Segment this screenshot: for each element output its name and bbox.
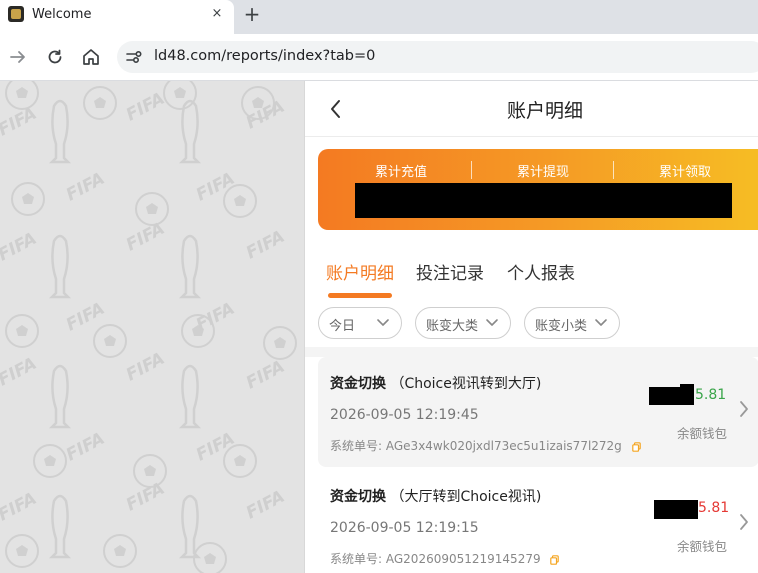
svg-text:FIFA: FIFA	[193, 169, 238, 206]
record-detail: （Choice视讯转到大厅)	[390, 376, 542, 392]
summary-label-withdraw: 累计提现	[516, 165, 569, 180]
redacted-amount	[654, 500, 698, 519]
site-info-icon[interactable]	[124, 47, 144, 67]
tab-personal-report[interactable]: 个人报表	[507, 259, 575, 284]
redacted-amount	[680, 384, 694, 405]
list-separator	[305, 347, 758, 357]
summary-banner: 累计充值 累计提现 累计领取	[318, 149, 758, 230]
order-label: 系统单号:	[330, 552, 383, 566]
redacted-summary-values	[355, 183, 732, 218]
chevron-down-icon	[595, 319, 607, 326]
record-order: 系统单号: AG202609051219145279	[330, 550, 560, 567]
tab-account-details[interactable]: 账户明细	[326, 259, 394, 284]
record-wallet: 余额钱包	[677, 426, 728, 441]
reload-icon[interactable]	[44, 46, 66, 68]
svg-text:FIFA: FIFA	[123, 479, 168, 516]
date-filter[interactable]: 今日	[318, 307, 402, 339]
svg-text:FIFA: FIFA	[0, 104, 40, 141]
tab-strip: Welcome × +	[0, 0, 758, 34]
site-favicon-icon	[8, 6, 24, 22]
date-filter-label: 今日	[329, 319, 356, 334]
record-card[interactable]: 资金切换 （大厅转到Choice视讯) 2026-09-05 12:19:15 …	[318, 470, 758, 573]
close-tab-icon[interactable]: ×	[208, 5, 226, 23]
category-filter[interactable]: 账变大类	[415, 307, 511, 339]
record-card[interactable]: 资金切换 （Choice视讯转到大厅) 2026-09-05 12:19:45 …	[318, 357, 758, 467]
copy-icon[interactable]	[550, 554, 560, 565]
copy-icon[interactable]	[631, 441, 641, 452]
svg-text:FIFA: FIFA	[0, 354, 40, 391]
svg-text:FIFA: FIFA	[193, 299, 238, 336]
summary-label-claimed: 累计领取	[658, 165, 711, 180]
subcategory-filter[interactable]: 账变小类	[524, 307, 620, 339]
record-title: 资金切换 （大厅转到Choice视讯)	[330, 486, 541, 506]
order-number: AGe3x4wk020jxdl73ec5u1izais77l272g	[385, 439, 622, 453]
tab-title: Welcome	[32, 7, 92, 22]
browser-toolbar: ld48.com/reports/index?tab=0	[0, 34, 758, 81]
svg-text:FIFA: FIFA	[243, 487, 288, 524]
order-label: 系统单号:	[330, 439, 383, 453]
record-order: 系统单号: AGe3x4wk020jxdl73ec5u1izais77l272g	[330, 437, 641, 454]
record-tabs: 账户明细 投注记录 个人报表	[305, 241, 758, 299]
record-type: 资金切换	[330, 489, 386, 505]
chevron-down-icon	[486, 319, 498, 326]
subcategory-filter-label: 账变小类	[535, 319, 588, 334]
summary-divider	[613, 161, 614, 179]
svg-text:FIFA: FIFA	[243, 357, 288, 394]
record-title: 资金切换 （Choice视讯转到大厅)	[330, 373, 541, 393]
record-type: 资金切换	[330, 376, 386, 392]
filter-row: 今日 账变大类 账变小类	[305, 299, 758, 347]
new-tab-button[interactable]: +	[242, 4, 262, 24]
app-header: 账户明细	[305, 81, 758, 137]
record-time: 2026-09-05 12:19:15	[330, 520, 479, 536]
forward-icon[interactable]	[7, 46, 29, 68]
chevron-right-icon	[740, 401, 748, 417]
chevron-right-icon	[740, 514, 748, 530]
svg-text:FIFA: FIFA	[193, 429, 238, 466]
url-text[interactable]: ld48.com/reports/index?tab=0	[154, 48, 375, 64]
record-amount: 5.81	[698, 500, 730, 516]
redacted-amount	[649, 387, 682, 405]
tab-bet-records[interactable]: 投注记录	[416, 259, 484, 284]
svg-text:FIFA: FIFA	[123, 89, 168, 126]
decorative-background: FIFA FIFA FIFA FIFA FIFA FIFA FIFA FIFA FIFA FIFA…	[0, 81, 304, 573]
page-title: 账户明细	[506, 100, 583, 122]
record-detail: （大厅转到Choice视讯)	[390, 489, 542, 505]
svg-text:FIFA: FIFA	[63, 299, 108, 336]
order-number: AG202609051219145279	[385, 552, 541, 566]
browser-tab[interactable]: Welcome ×	[0, 0, 234, 34]
home-icon[interactable]	[80, 46, 102, 68]
summary-label-deposit: 累计充值	[374, 165, 427, 180]
record-time: 2026-09-05 12:19:45	[330, 407, 479, 423]
record-wallet: 余额钱包	[677, 539, 728, 554]
app-panel: 账户明细 累计充值 累计提现 累计领取 账户明细 投注记录 个人报表 今日 账变…	[304, 81, 758, 573]
svg-text:FIFA: FIFA	[63, 169, 108, 206]
category-filter-label: 账变大类	[426, 319, 479, 334]
record-amount: 5.81	[695, 387, 727, 403]
svg-text:FIFA: FIFA	[123, 349, 168, 386]
svg-text:FIFA: FIFA	[0, 489, 40, 526]
active-tab-indicator	[328, 293, 392, 298]
svg-text:FIFA: FIFA	[243, 97, 288, 134]
chevron-down-icon	[377, 319, 389, 326]
address-bar[interactable]: ld48.com/reports/index?tab=0	[117, 41, 758, 73]
svg-text:FIFA: FIFA	[63, 429, 108, 466]
svg-text:FIFA: FIFA	[243, 227, 288, 264]
svg-text:FIFA: FIFA	[0, 229, 40, 266]
summary-divider	[471, 161, 472, 179]
